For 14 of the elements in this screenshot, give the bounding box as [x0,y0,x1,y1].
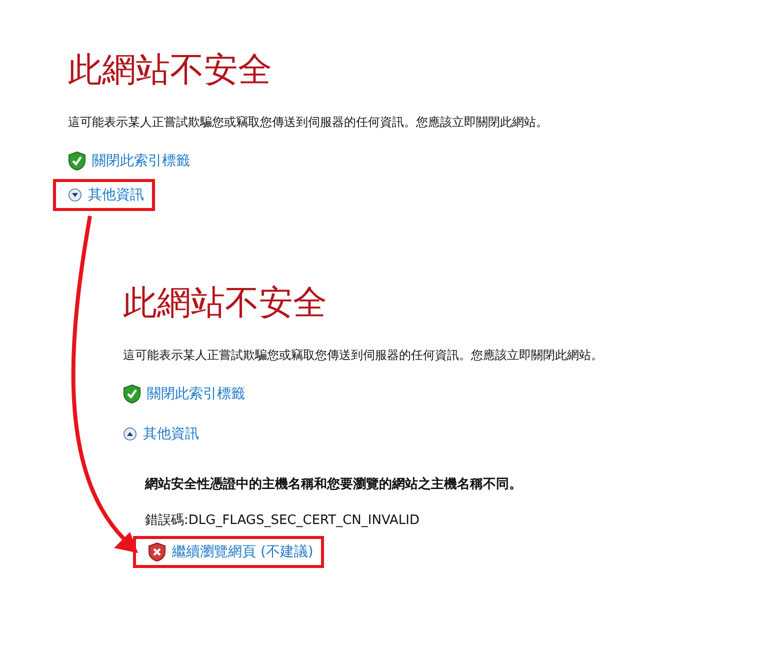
page-title: 此網站不安全 [123,282,327,325]
close-tab-link[interactable]: 關閉此索引標籤 [123,384,245,404]
shield-check-icon [68,151,86,171]
details-text: 網站安全性憑證中的主機名稱和您要瀏覽的網站之主機名稱不同。 [145,476,522,494]
more-info-link[interactable]: 其他資訊 [68,185,144,205]
error-code: 錯誤碼:DLG_FLAGS_SEC_CERT_CN_INVALID [145,512,420,530]
shield-check-icon [123,384,141,404]
continue-link[interactable]: 繼續瀏覽網頁 (不建議) [148,542,314,562]
shield-x-icon [148,542,166,562]
warning-message: 這可能表示某人正嘗試欺騙您或竊取您傳送到伺服器的任何資訊。您應該立即關閉此網站。 [123,347,603,364]
close-tab-link[interactable]: 關閉此索引標籤 [68,151,190,171]
page-title: 此網站不安全 [68,49,272,92]
more-info-link[interactable]: 其他資訊 [123,424,199,444]
warning-message: 這可能表示某人正嘗試欺騙您或竊取您傳送到伺服器的任何資訊。您應該立即關閉此網站。 [68,114,548,131]
